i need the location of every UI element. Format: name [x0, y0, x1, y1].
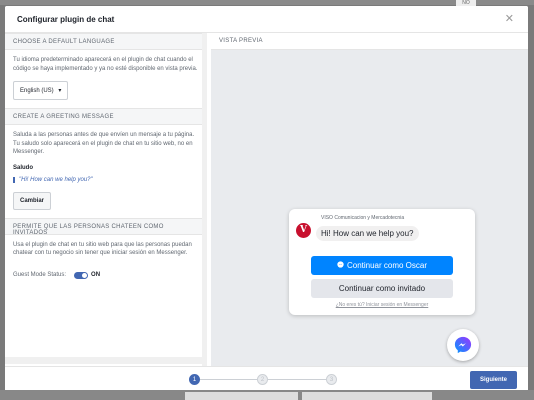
language-section-body: Tu idioma predeterminado aparecerá en el…: [5, 50, 206, 106]
guest-section-body: Usa el plugin de chat en tu sitio web pa…: [5, 235, 206, 285]
continue-as-guest-button[interactable]: Continuar como invitado: [311, 279, 453, 298]
greeting-bubble: Hi! How can we help you?: [316, 226, 419, 241]
login-messenger-link[interactable]: ¿No eres tú? Iniciar sesión en Messenger: [289, 302, 475, 308]
greeting-section-heading: CREATE A GREETING MESSAGE: [5, 108, 206, 125]
greeting-description: Saluda a las personas antes de que envíe…: [13, 132, 195, 155]
dialog-header: Configurar plugin de chat ✕: [5, 6, 528, 33]
continue-as-label: Continuar como Oscar: [346, 261, 428, 270]
close-icon[interactable]: ✕: [505, 12, 514, 25]
greeting-label: Saludo: [13, 164, 34, 171]
chat-plugin-dialog: Configurar plugin de chat ✕ CHOOSE A DEF…: [5, 6, 528, 391]
preview-heading: VISTA PREVIA: [211, 33, 528, 50]
page-backdrop-bottom: [0, 390, 534, 400]
step-1-indicator: 1: [189, 374, 200, 385]
settings-vertical-scrollbar[interactable]: [202, 33, 207, 366]
language-dropdown-label: English (US): [20, 88, 54, 94]
language-description: Tu idioma predeterminado aparecerá en el…: [13, 57, 198, 72]
change-greeting-button[interactable]: Cambiar: [13, 191, 52, 210]
next-button[interactable]: Siguiente: [470, 371, 517, 389]
messenger-logo-icon: [454, 336, 472, 359]
step-connector-2: [268, 379, 326, 380]
guest-mode-value: ON: [91, 272, 101, 278]
guest-section-heading: PERMITE QUE LAS PERSONAS CHATEEN COMO IN…: [5, 217, 206, 236]
page-name: VISO Comunicacion y Mercadotecnia: [321, 215, 405, 221]
step-2-indicator: 2: [257, 374, 268, 385]
greeting-text: "Hi! How can we help you?": [13, 176, 198, 183]
toggle-knob: [82, 272, 88, 278]
page-backdrop: [0, 0, 534, 5]
language-section-heading: CHOOSE A DEFAULT LANGUAGE: [5, 33, 206, 50]
dialog-title: Configurar plugin de chat: [17, 15, 115, 24]
step-connector-1: [200, 379, 257, 380]
guest-description: Usa el plugin de chat en tu sitio web pa…: [13, 241, 192, 257]
language-dropdown[interactable]: English (US) ▾: [13, 81, 69, 100]
guest-mode-row: Guest Mode Status: ON: [13, 271, 198, 279]
guest-mode-label: Guest Mode Status:: [13, 272, 67, 278]
settings-horizontal-scrollbar[interactable]: [5, 357, 207, 364]
settings-panel[interactable]: CHOOSE A DEFAULT LANGUAGE Tu idioma pred…: [5, 33, 207, 366]
step-3-indicator: 3: [326, 374, 337, 385]
messenger-icon: [337, 256, 344, 275]
continue-as-user-button[interactable]: Continuar como Oscar: [311, 256, 453, 275]
dialog-footer: 1 2 3 Siguiente: [5, 366, 528, 391]
background-cell: [302, 392, 432, 400]
preview-panel: VISTA PREVIA VISO Comunicacion y Mercado…: [211, 33, 528, 366]
guest-mode-toggle[interactable]: [74, 271, 89, 279]
messenger-launcher-button[interactable]: [447, 329, 479, 361]
chat-preview-card: VISO Comunicacion y Mercadotecnia V Hi! …: [289, 209, 475, 315]
greeting-section-body: Saluda a las personas antes de que envíe…: [5, 125, 206, 216]
background-cell: [185, 392, 298, 400]
caret-down-icon: ▾: [58, 88, 62, 94]
page-avatar: V: [296, 223, 311, 238]
